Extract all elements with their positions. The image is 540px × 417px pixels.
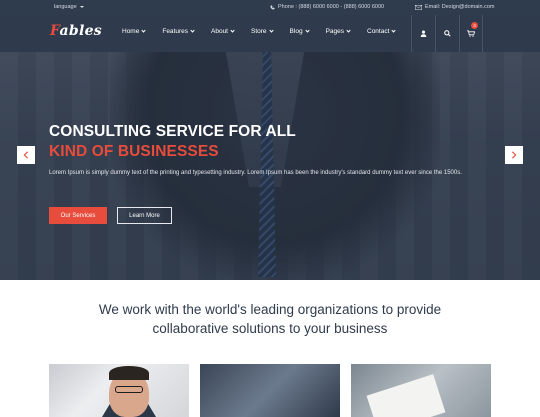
main-header: Fables Home Features About Store Blog Pa… xyxy=(0,15,540,52)
email-info: Email: Design@domain.com xyxy=(415,4,494,10)
chevron-right-icon xyxy=(512,151,517,159)
nav-label: Pages xyxy=(325,28,344,35)
chevron-down-icon xyxy=(268,28,274,33)
phone-info: Phone : (888) 6000 6000 - (888) 6000 600… xyxy=(270,4,384,10)
search-button[interactable] xyxy=(435,15,459,52)
phone-icon xyxy=(270,5,275,9)
caret-down-icon xyxy=(79,6,84,8)
account-button[interactable] xyxy=(411,15,435,52)
language-selector[interactable]: language xyxy=(54,4,84,10)
user-icon xyxy=(420,30,427,37)
slider-next-button[interactable] xyxy=(505,146,523,164)
header-icons: 3 xyxy=(411,15,483,52)
nav-item-contact[interactable]: Contact xyxy=(367,28,397,35)
hero-overlay xyxy=(0,52,540,280)
hero-title-line2: KIND OF BUSINESSES xyxy=(49,143,219,160)
slider-prev-button[interactable] xyxy=(17,146,35,164)
our-services-button[interactable]: Our Services xyxy=(49,207,107,224)
phone-text: Phone : (888) 6000 6000 - (888) 6000 600… xyxy=(278,4,385,10)
card-image-paper xyxy=(366,374,446,417)
hero-slider: CONSULTING SERVICE FOR ALL KIND OF BUSIN… xyxy=(0,52,540,280)
nav-label: Contact xyxy=(367,28,390,35)
learn-more-button[interactable]: Learn More xyxy=(117,207,172,224)
chevron-down-icon xyxy=(230,28,235,33)
search-icon xyxy=(444,30,451,37)
chevron-down-icon xyxy=(141,28,146,33)
nav-item-about[interactable]: About xyxy=(211,28,235,35)
chevron-left-icon xyxy=(23,151,28,159)
nav-label: Home xyxy=(122,28,140,35)
nav-label: Features xyxy=(162,28,188,35)
hero-title: CONSULTING SERVICE FOR ALL KIND OF BUSIN… xyxy=(49,122,296,162)
nav-label: About xyxy=(211,28,228,35)
intro-heading: We work with the world's leading organiz… xyxy=(0,300,540,338)
nav-item-blog[interactable]: Blog xyxy=(289,28,310,35)
mail-icon xyxy=(415,4,422,10)
hero-description: Lorem Ipsum is simply dummy text of the … xyxy=(49,170,462,176)
intro-line2: collaborative solutions to your business xyxy=(152,321,388,336)
main-nav: Home Features About Store Blog Pages Con… xyxy=(122,28,412,35)
service-card-image-3[interactable] xyxy=(351,364,491,417)
nav-item-features[interactable]: Features xyxy=(162,28,195,35)
cart-button[interactable]: 3 xyxy=(459,15,483,52)
email-text: Email: Design@domain.com xyxy=(425,4,495,10)
language-label: language xyxy=(54,4,77,10)
service-card-image-2[interactable] xyxy=(200,364,340,417)
cart-icon xyxy=(467,30,475,37)
nav-label: Store xyxy=(251,28,267,35)
hero-title-line1: CONSULTING SERVICE FOR ALL xyxy=(49,123,296,140)
chevron-down-icon xyxy=(391,28,397,33)
chevron-down-icon xyxy=(304,28,310,33)
nav-item-home[interactable]: Home xyxy=(122,28,146,35)
cart-count-badge: 3 xyxy=(471,22,478,29)
service-card-image-1[interactable] xyxy=(49,364,189,417)
nav-item-store[interactable]: Store xyxy=(251,28,274,35)
chevron-down-icon xyxy=(346,28,351,33)
site-logo[interactable]: Fables xyxy=(50,23,102,39)
chevron-down-icon xyxy=(190,28,195,33)
card-image-hair xyxy=(109,366,149,380)
logo-rest: ables xyxy=(59,23,102,39)
intro-line1: We work with the world's leading organiz… xyxy=(98,302,442,317)
card-image-glasses xyxy=(115,386,143,393)
nav-label: Blog xyxy=(289,28,303,35)
top-bar: language Phone : (888) 6000 6000 - (888)… xyxy=(0,0,540,15)
nav-item-pages[interactable]: Pages xyxy=(325,28,351,35)
service-cards xyxy=(49,364,491,417)
